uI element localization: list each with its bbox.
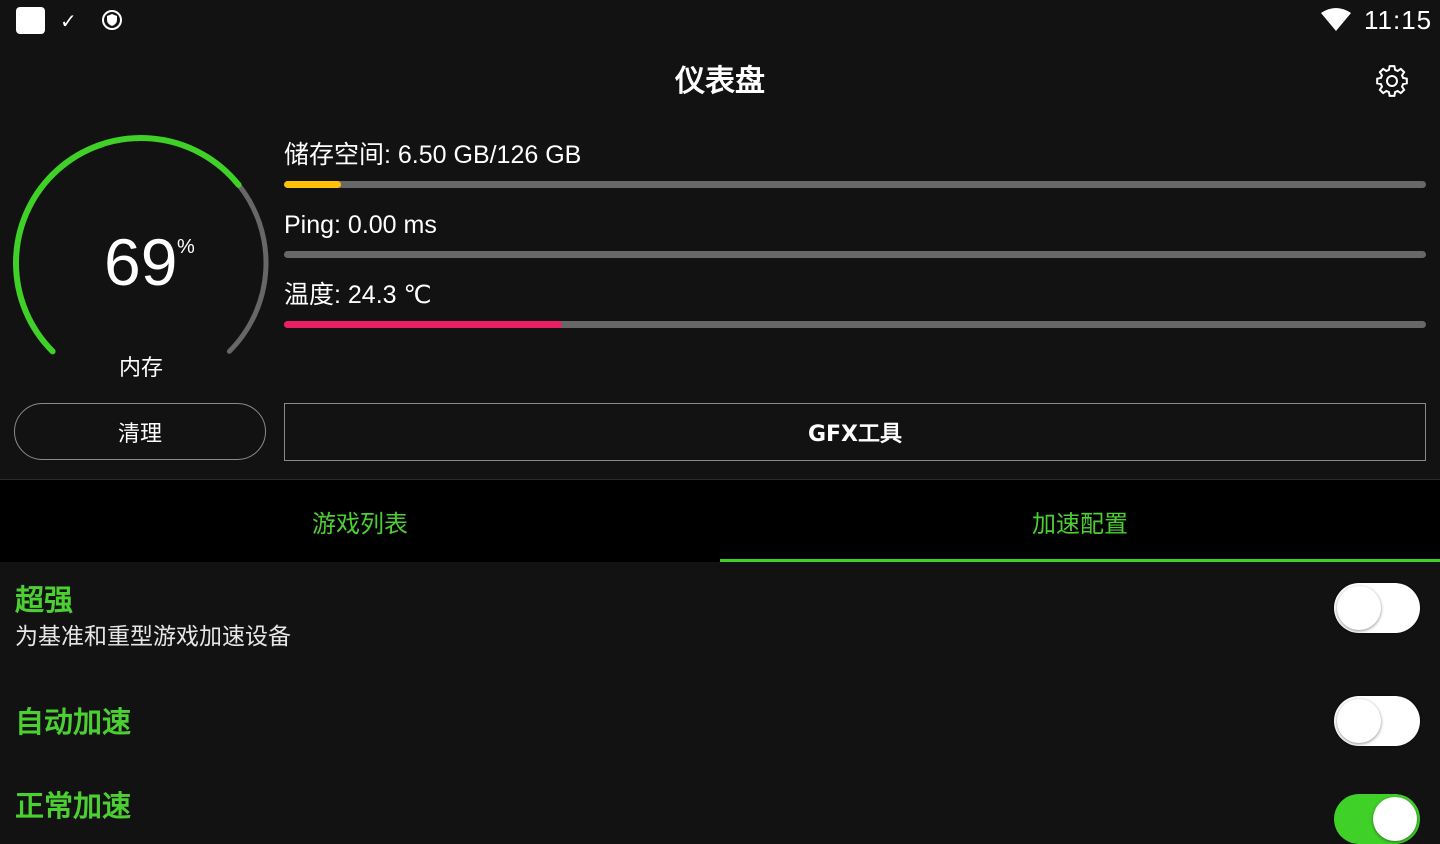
temperature-label: 温度: 24.3 ℃	[284, 281, 432, 309]
gfx-tool-button[interactable]: GFX工具	[284, 403, 1426, 461]
temperature-bar	[284, 321, 1426, 328]
option-title-normal-boost: 正常加速	[15, 789, 132, 823]
gear-icon[interactable]	[1374, 63, 1410, 99]
storage-bar-fill	[284, 181, 342, 188]
toggle-knob	[1337, 699, 1381, 743]
tab-game-list[interactable]: 游戏列表	[0, 480, 720, 562]
option-title-ultra: 超强	[15, 583, 74, 617]
status-bar: ✓ 11:15	[0, 0, 1440, 44]
toggle-knob	[1337, 586, 1381, 630]
tab-bar: 游戏列表 加速配置	[0, 479, 1440, 562]
option-desc-ultra: 为基准和重型游戏加速设备	[15, 624, 291, 650]
app-icon	[16, 7, 45, 34]
storage-label: 储存空间: 6.50 GB/126 GB	[284, 141, 582, 169]
toggle-ultra[interactable]	[1334, 583, 1420, 633]
check-icon: ✓	[60, 9, 77, 33]
temperature-bar-fill	[284, 321, 562, 328]
tab-boost-config[interactable]: 加速配置	[720, 480, 1440, 562]
clock: 11:15	[1364, 5, 1433, 35]
storage-bar	[284, 181, 1426, 188]
memory-unit: %	[177, 236, 195, 258]
toggle-auto-boost[interactable]	[1334, 696, 1420, 746]
clean-button[interactable]: 清理	[14, 403, 266, 460]
memory-label: 内存	[118, 356, 163, 381]
memory-value: 69	[104, 225, 178, 299]
option-title-auto-boost: 自动加速	[15, 705, 132, 739]
ping-label: Ping: 0.00 ms	[284, 211, 437, 239]
shield-icon	[102, 10, 122, 30]
toggle-knob	[1373, 797, 1417, 841]
gauge-track	[226, 182, 269, 354]
ping-bar	[284, 251, 1426, 258]
wifi-icon	[1321, 8, 1351, 31]
page-title: 仪表盘	[675, 64, 765, 99]
toggle-normal-boost[interactable]	[1334, 794, 1420, 844]
